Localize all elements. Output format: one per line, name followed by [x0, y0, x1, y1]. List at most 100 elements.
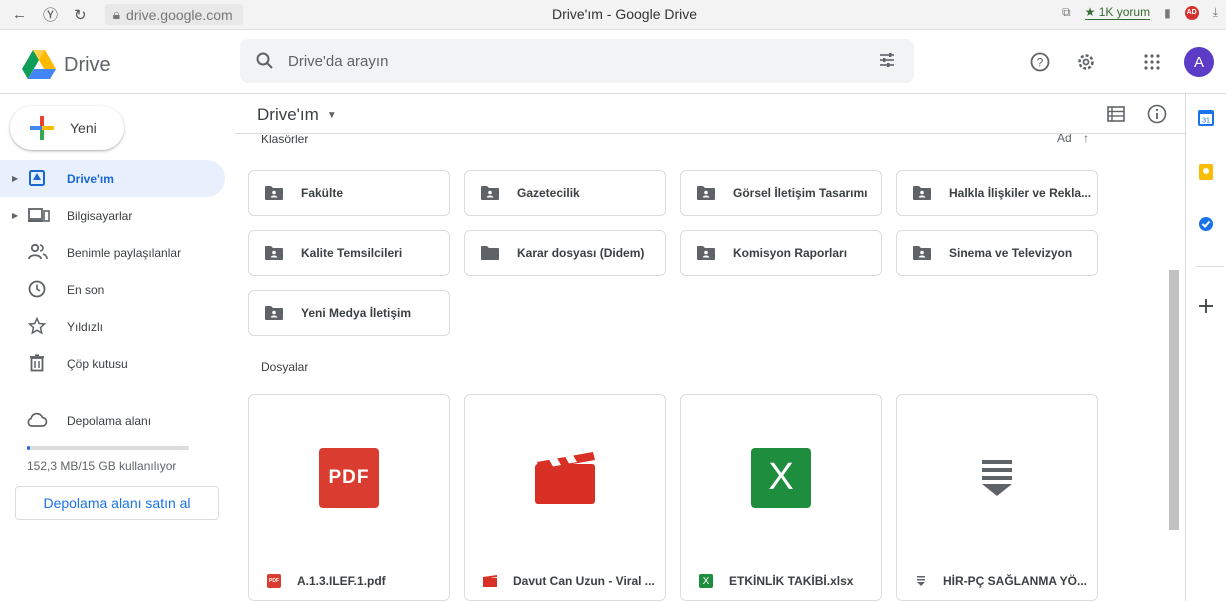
keep-icon[interactable] [1198, 164, 1214, 180]
adblock-icon[interactable]: AD [1184, 5, 1199, 20]
header-actions: ? A [1020, 42, 1226, 82]
side-panel: 31 [1185, 94, 1226, 601]
folder-name: Yeni Medya İletişim [301, 306, 412, 320]
sidebar-item-trash[interactable]: Çöp kutusu [0, 345, 225, 382]
file-thumbnail: X [681, 395, 881, 560]
list-view-icon[interactable] [1107, 106, 1125, 122]
search-icon[interactable] [256, 52, 274, 70]
apps-icon[interactable] [1132, 42, 1172, 82]
folder-name: Halkla İlişkiler ve Rekla... [949, 186, 1092, 200]
storage-progress-fill [27, 446, 31, 450]
file-name: A.1.3.ILEF.1.pdf [297, 574, 386, 588]
browser-logo-icon[interactable]: Ⓨ [43, 4, 58, 25]
folder-icon [481, 246, 499, 260]
lock-icon: 🔒︎ [112, 6, 121, 22]
svg-text:31: 31 [1202, 118, 1210, 125]
page-title: Drive'ım - Google Drive [552, 6, 698, 22]
download-icon[interactable]: ⤓ [1213, 5, 1218, 20]
main-header: Drive'ım ▼ [235, 94, 1185, 134]
browser-nav: ← Ⓨ ↻ [0, 4, 87, 25]
folder-item[interactable]: Kalite Temsilcileri [248, 230, 450, 276]
folder-name: Sinema ve Televizyon [949, 246, 1073, 260]
pdf-small-icon: PDF [267, 574, 281, 588]
folders-section-label: Klasörler [261, 135, 309, 146]
shared-folder-icon [265, 186, 283, 200]
new-button-label: Yeni [70, 120, 97, 136]
view-actions [1107, 104, 1167, 124]
folder-item[interactable]: Halkla İlişkiler ve Rekla... [896, 170, 1098, 216]
translate-icon[interactable]: ⧉ [1062, 5, 1071, 20]
file-card[interactable]: PDF PDF A.1.3.ILEF.1.pdf [248, 394, 450, 601]
recent-icon [28, 280, 46, 301]
sidebar-item-my-drive[interactable]: ▶ Drive'ım [0, 160, 225, 197]
excel-icon: X [751, 447, 811, 508]
expand-arrow-icon[interactable]: ▶ [12, 211, 18, 220]
sidebar-item-label: Bilgisayarlar [67, 208, 133, 223]
app-header: Drive Drive'da arayın ? A [0, 30, 1226, 94]
dropdown-arrow-icon: ▼ [326, 109, 337, 121]
file-name: Davut Can Uzun - Viral ... [513, 574, 655, 588]
sidebar-item-recent[interactable]: En son [0, 271, 225, 308]
bookmark-icon[interactable]: ▮ [1164, 6, 1171, 20]
svg-text:?: ? [1037, 56, 1044, 70]
file-thumbnail: PDF [249, 395, 449, 560]
my-drive-dropdown[interactable]: Drive'ım ▼ [257, 105, 337, 125]
expand-arrow-icon[interactable]: ▶ [12, 174, 18, 183]
tasks-icon[interactable] [1198, 216, 1214, 232]
reload-icon[interactable]: ↻ [74, 6, 87, 24]
file-name: HİR-PÇ SAĞLANMA YÖ... [943, 574, 1088, 588]
new-button[interactable]: Yeni [10, 106, 124, 150]
folder-item[interactable]: Yeni Medya İletişim [248, 290, 450, 336]
drive-logo-icon [22, 50, 56, 79]
file-thumbnail [897, 395, 1097, 560]
sidebar-item-shared[interactable]: Benimle paylaşılanlar [0, 234, 225, 271]
buy-storage-button[interactable]: Depolama alanı satın al [15, 486, 219, 520]
sort-button[interactable]: Ad ↑ [1057, 134, 1089, 146]
folder-name: Komisyon Raporları [733, 246, 848, 260]
info-icon[interactable] [1147, 104, 1167, 124]
video-small-icon [483, 575, 497, 587]
file-grid: PDF PDF A.1.3.ILEF.1.pdf Davut Can Uzun … [248, 394, 1098, 601]
file-card[interactable]: X X ETKİNLİK TAKİBİ.xlsx [680, 394, 882, 601]
shared-folder-icon [697, 246, 715, 260]
file-thumbnail [465, 395, 665, 560]
help-icon[interactable]: ? [1020, 42, 1060, 82]
rating-link[interactable]: ★ 1K yorum [1084, 5, 1151, 20]
file-card[interactable]: Davut Can Uzun - Viral ... [464, 394, 666, 601]
folder-item[interactable]: Görsel İletişim Tasarımı [680, 170, 882, 216]
shared-folder-icon [265, 306, 283, 320]
address-bar[interactable]: 🔒︎ drive.google.com [104, 4, 243, 25]
folder-item[interactable]: Komisyon Raporları [680, 230, 882, 276]
calendar-icon[interactable]: 31 [1198, 110, 1214, 126]
scrollbar-thumb[interactable] [1169, 270, 1179, 530]
storage-section: Depolama alanı 152,3 MB/15 GB kullanılıy… [0, 406, 235, 520]
folder-item[interactable]: Fakülte [248, 170, 450, 216]
sidebar-item-storage[interactable]: Depolama alanı [0, 406, 235, 436]
folder-item[interactable]: Gazetecilik [464, 170, 666, 216]
add-addon-icon[interactable] [1198, 298, 1214, 314]
folder-item[interactable]: Sinema ve Televizyon [896, 230, 1098, 276]
main-title-text: Drive'ım [257, 105, 319, 124]
search-bar[interactable]: Drive'da arayın [240, 39, 914, 83]
avatar[interactable]: A [1184, 47, 1214, 77]
file-meta: X ETKİNLİK TAKİBİ.xlsx [681, 560, 881, 600]
folder-name: Gazetecilik [517, 186, 580, 200]
search-options-icon[interactable] [878, 51, 896, 69]
computer-icon [28, 206, 50, 227]
drive-logo-text: Drive [64, 53, 111, 76]
settings-icon[interactable] [1066, 42, 1106, 82]
folder-name: Görsel İletişim Tasarımı [733, 186, 868, 200]
search-input[interactable]: Drive'da arayın [288, 53, 388, 70]
folder-item[interactable]: Karar dosyası (Didem) [464, 230, 666, 276]
shared-folder-icon [913, 186, 931, 200]
back-icon[interactable]: ← [12, 6, 27, 23]
file-card[interactable]: HİR-PÇ SAĞLANMA YÖ... [896, 394, 1098, 601]
file-meta: PDF A.1.3.ILEF.1.pdf [249, 560, 449, 600]
sidebar-item-computers[interactable]: ▶ Bilgisayarlar [0, 197, 225, 234]
plus-icon [30, 116, 54, 140]
sidebar-item-starred[interactable]: Yıldızlı [0, 308, 225, 345]
trash-icon [28, 354, 46, 375]
drive-logo[interactable]: Drive [22, 50, 111, 80]
storage-progress-bar [27, 446, 189, 450]
shared-folder-icon [265, 246, 283, 260]
